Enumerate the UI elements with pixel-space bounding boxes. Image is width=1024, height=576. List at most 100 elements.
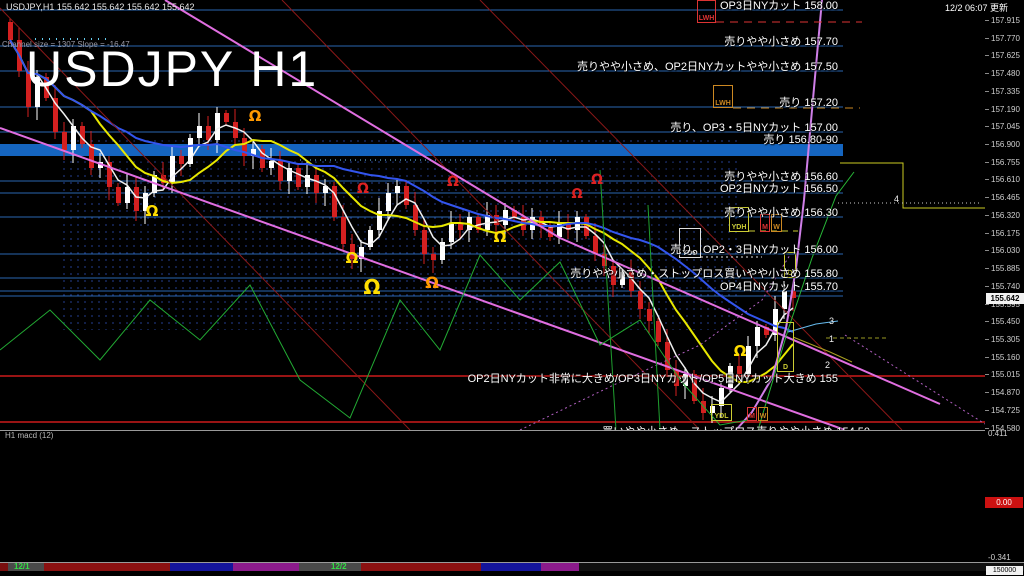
axis-tick xyxy=(985,126,989,127)
candle-body xyxy=(404,186,409,205)
dotted-pink-right xyxy=(845,335,985,424)
candle-body xyxy=(647,309,652,321)
axis-tick xyxy=(985,91,989,92)
price-annotation: 買いやや小さめ・ストップロス売りやや小さめ 154.50 xyxy=(602,423,870,430)
signal-marker-omega: Ω xyxy=(249,107,262,125)
price-axis-label: 157.625 xyxy=(991,51,1020,60)
axis-tick xyxy=(985,339,989,340)
signal-marker-omega: Ω xyxy=(146,202,159,220)
wave-count-label: 1 xyxy=(829,334,834,344)
macd-scale-bottom: -0.341 xyxy=(988,553,1011,562)
price-axis-label: 157.915 xyxy=(991,16,1020,25)
candle-body xyxy=(386,193,391,211)
candle-body xyxy=(8,22,13,40)
price-axis-label: 157.770 xyxy=(991,34,1020,43)
price-annotation: 売り 157.20 xyxy=(779,94,838,110)
price-axis-label: 157.480 xyxy=(991,69,1020,78)
pivot-box-lwh: LWH xyxy=(713,85,733,108)
signal-marker-omega: Ω xyxy=(571,187,582,202)
axis-tick xyxy=(985,73,989,74)
candle-body xyxy=(125,187,130,203)
axis-tick xyxy=(985,357,989,358)
axis-tick xyxy=(985,392,989,393)
price-axis-label: 156.175 xyxy=(991,229,1020,238)
signal-marker-omega: Ω xyxy=(357,181,369,197)
axis-tick xyxy=(985,144,989,145)
axis-tick xyxy=(985,304,989,305)
candle-body xyxy=(296,168,301,187)
ohlc-quote-line: USDJPY,H1 155.642 155.642 155.642 155.64… xyxy=(6,2,195,12)
pivot-box-ydl: YDL xyxy=(711,404,732,421)
price-axis-label: 156.900 xyxy=(991,140,1020,149)
price-axis-label: 157.045 xyxy=(991,122,1020,131)
candle-body xyxy=(134,187,139,211)
signal-marker-omega: Ω xyxy=(363,275,380,299)
candle-body xyxy=(638,291,643,309)
price-axis-label: 155.160 xyxy=(991,353,1020,362)
price-axis-label: 156.610 xyxy=(991,175,1020,184)
pane-separator-bottom xyxy=(0,562,1024,563)
time-axis-session-bar[interactable]: 12/1 12/2 xyxy=(0,562,1024,576)
candle-body xyxy=(341,217,346,244)
corner-value-box: 150000 xyxy=(986,566,1023,575)
price-axis-label: 155.740 xyxy=(991,282,1020,291)
session-segment xyxy=(170,563,233,571)
candle-body xyxy=(197,126,202,138)
price-axis-label: 156.755 xyxy=(991,158,1020,167)
axis-tick xyxy=(985,286,989,287)
session-segment xyxy=(0,563,8,571)
pivot-box-m: M xyxy=(747,407,757,421)
trading-app-window: ΩΩΩΩΩΩΩΩΩΩΩ USDJPY H1 USDJPY,H1 155.642 … xyxy=(0,0,1024,576)
axis-tick xyxy=(985,233,989,234)
axis-tick xyxy=(985,215,989,216)
signal-marker-omega: Ω xyxy=(734,342,747,360)
axis-tick xyxy=(985,38,989,39)
channel-info-text: Channel size = 1307 Slope = -16.47 xyxy=(2,40,130,49)
candle-body xyxy=(755,327,760,346)
candle-body xyxy=(116,187,121,203)
price-axis[interactable]: 157.915157.770157.625157.480157.335157.1… xyxy=(985,0,1024,562)
price-axis-label: 156.030 xyxy=(991,246,1020,255)
candle-body xyxy=(503,210,508,225)
price-axis-label: 157.335 xyxy=(991,87,1020,96)
price-axis-label: 154.870 xyxy=(991,388,1020,397)
session-segment xyxy=(481,563,541,571)
candle-body xyxy=(314,175,319,193)
current-price-badge: 155.642 xyxy=(986,293,1024,304)
wave-count-label: 2 xyxy=(825,360,830,370)
price-axis-label: 155.450 xyxy=(991,317,1020,326)
price-axis-label: 156.465 xyxy=(991,193,1020,202)
session-segment xyxy=(541,563,579,571)
candle-body xyxy=(422,230,427,254)
macd-indicator-label: H1 macd (12) xyxy=(5,431,53,440)
price-axis-label: 154.725 xyxy=(991,406,1020,415)
axis-tick xyxy=(985,250,989,251)
session-segment xyxy=(361,563,481,571)
candle-body xyxy=(656,321,661,342)
pane-separator-top[interactable] xyxy=(0,430,1024,431)
session-segment xyxy=(44,563,170,571)
candle-body xyxy=(449,223,454,242)
axis-tick xyxy=(985,197,989,198)
signal-marker-omega: Ω xyxy=(494,228,507,246)
pivot-box-d: D xyxy=(777,322,794,372)
candle-body xyxy=(233,122,238,138)
signal-marker-omega: Ω xyxy=(425,273,439,292)
price-axis-label: 156.320 xyxy=(991,211,1020,220)
candle-body xyxy=(179,156,184,164)
axis-tick xyxy=(985,410,989,411)
pivot-box-lwh: LWH xyxy=(697,0,716,23)
axis-tick xyxy=(985,268,989,269)
axis-tick xyxy=(985,179,989,180)
candle-body xyxy=(413,205,418,230)
candle-body xyxy=(62,132,67,150)
price-annotation: OP3日NYカット 158.00 xyxy=(720,0,838,13)
candle-body xyxy=(431,254,436,260)
updated-timestamp: 12/2 06:07 更新 xyxy=(945,1,1008,14)
price-chart-pane[interactable]: ΩΩΩΩΩΩΩΩΩΩΩ USDJPY H1 USDJPY,H1 155.642 … xyxy=(0,0,1024,430)
wave-count-label: 4 xyxy=(894,194,899,204)
session-segment xyxy=(299,563,361,571)
signal-marker-omega: Ω xyxy=(591,172,603,188)
pivot-box-w: W xyxy=(758,407,768,421)
price-annotation: 売り 156.80-90 xyxy=(763,131,838,147)
